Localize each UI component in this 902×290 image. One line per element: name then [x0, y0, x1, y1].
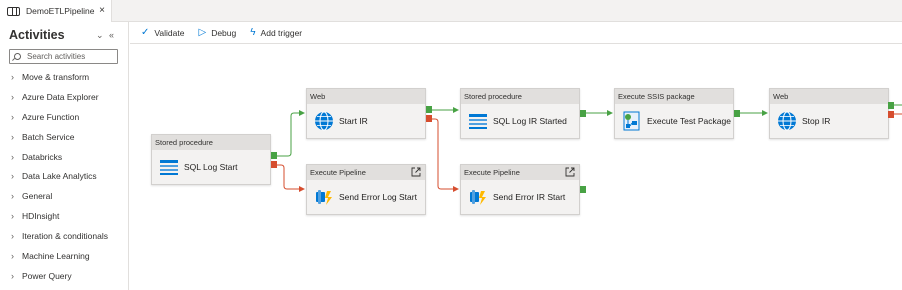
- category-label: HDInsight: [22, 211, 60, 222]
- validate-label: Validate: [154, 27, 185, 38]
- activity-stop-ir[interactable]: Web Stop IR: [769, 88, 889, 139]
- category-item[interactable]: › Machine Learning: [0, 246, 128, 266]
- failure-port[interactable]: [888, 111, 894, 118]
- activity-send-error-ir-start[interactable]: Execute Pipeline Send Error IR Start: [460, 164, 580, 215]
- failure-port[interactable]: [426, 115, 432, 122]
- collapse-all-icon[interactable]: ⌄: [96, 30, 104, 41]
- activity-execute-test-package[interactable]: Execute SSIS package Execute Test Packag…: [614, 88, 734, 139]
- tab-pipeline[interactable]: DemoETLPipeline ×: [0, 0, 112, 22]
- category-item[interactable]: › Azure Function: [0, 107, 128, 127]
- close-icon[interactable]: ×: [99, 5, 105, 16]
- add-trigger-button[interactable]: ϟ Add trigger: [250, 27, 302, 38]
- activity-type: Execute Pipeline: [307, 165, 425, 180]
- success-port[interactable]: [426, 106, 432, 113]
- chevron-right-icon: ›: [11, 191, 14, 202]
- chevron-right-icon: ›: [11, 211, 14, 222]
- category-label: Machine Learning: [22, 250, 90, 261]
- category-item[interactable]: › Azure Data Explorer: [0, 87, 128, 107]
- activity-type: Execute Pipeline: [461, 165, 579, 180]
- category-item[interactable]: › Data Lake Analytics: [0, 166, 128, 186]
- activities-sidebar: Activities ⌄ « › Move & transform › Azure …: [0, 22, 129, 290]
- category-list: › Move & transform › Azure Data Explorer ›…: [0, 67, 128, 286]
- completion-port[interactable]: [580, 110, 586, 117]
- activity-type: Stored procedure: [152, 135, 270, 150]
- search-input[interactable]: [27, 52, 117, 61]
- execute-pipeline-icon: [316, 190, 332, 205]
- stored-procedure-icon: [160, 160, 178, 175]
- chevron-right-icon: ›: [11, 231, 14, 242]
- activity-name: Execute Test Package: [647, 116, 731, 126]
- activity-name: SQL Log IR Started: [493, 116, 567, 126]
- activity-type: Web: [770, 89, 888, 104]
- search-box[interactable]: [9, 49, 118, 64]
- hide-sidebar-icon[interactable]: «: [109, 30, 114, 40]
- category-item[interactable]: › Batch Service: [0, 127, 128, 147]
- edge-success: [276, 110, 305, 157]
- activity-start-ir[interactable]: Web Start IR: [306, 88, 426, 139]
- completion-port[interactable]: [734, 110, 740, 117]
- edge-failure: [276, 164, 305, 192]
- category-label: Azure Data Explorer: [22, 91, 99, 102]
- chevron-right-icon: ›: [11, 250, 14, 261]
- category-item[interactable]: › Power Query: [0, 266, 128, 286]
- success-port[interactable]: [888, 102, 894, 109]
- chevron-right-icon: ›: [11, 270, 14, 281]
- category-item[interactable]: › Databricks: [0, 147, 128, 167]
- activity-type: Stored procedure: [461, 89, 579, 104]
- failure-port[interactable]: [271, 161, 277, 168]
- category-item[interactable]: › HDInsight: [0, 206, 128, 226]
- activity-name: Start IR: [339, 116, 368, 126]
- debug-label: Debug: [211, 27, 237, 38]
- tab-title: DemoETLPipeline: [26, 6, 95, 16]
- category-label: Move & transform: [22, 71, 90, 82]
- category-label: Azure Function: [22, 111, 80, 122]
- category-label: Power Query: [22, 270, 72, 281]
- edge-failure: [431, 118, 459, 192]
- add-trigger-label: Add trigger: [260, 27, 303, 38]
- activity-type: Web: [307, 89, 425, 104]
- stored-procedure-icon: [469, 114, 487, 129]
- play-icon: ▷: [198, 27, 207, 38]
- activity-type: Execute SSIS package: [615, 89, 733, 104]
- execute-pipeline-icon: [470, 190, 486, 205]
- activity-sql-log-ir-started[interactable]: Stored procedure SQL Log IR Started: [460, 88, 580, 139]
- activity-name: Send Error Log Start: [339, 192, 417, 202]
- chevron-right-icon: ›: [11, 71, 14, 82]
- category-label: Batch Service: [22, 131, 75, 142]
- search-icon: [14, 53, 21, 60]
- activity-send-error-log-start[interactable]: Execute Pipeline Send Error Log Start: [306, 164, 426, 215]
- category-item[interactable]: › Iteration & conditionals: [0, 226, 128, 246]
- category-item[interactable]: › Move & transform: [0, 67, 128, 87]
- chevron-right-icon: ›: [11, 151, 14, 162]
- category-label: General: [22, 191, 53, 202]
- category-item[interactable]: › General: [0, 186, 128, 206]
- category-label: Iteration & conditionals: [22, 231, 108, 242]
- activity-name: SQL Log Start: [184, 162, 238, 172]
- checkmark-icon: ✓: [141, 27, 150, 38]
- sidebar-title: Activities: [9, 28, 65, 42]
- pipeline-canvas[interactable]: Stored procedure SQL Log Start Web Start…: [130, 44, 902, 290]
- globe-icon: [315, 111, 333, 131]
- ssis-package-icon: [623, 111, 640, 131]
- open-external-icon[interactable]: [411, 167, 421, 177]
- tab-bar: DemoETLPipeline ×: [0, 0, 902, 22]
- success-port[interactable]: [271, 152, 277, 159]
- completion-port[interactable]: [580, 186, 586, 193]
- activity-name: Send Error IR Start: [493, 192, 566, 202]
- category-label: Data Lake Analytics: [22, 171, 97, 182]
- category-label: Databricks: [22, 151, 63, 162]
- debug-button[interactable]: ▷ Debug: [198, 27, 236, 38]
- chevron-right-icon: ›: [11, 171, 14, 182]
- open-external-icon[interactable]: [565, 167, 575, 177]
- activity-sql-log-start[interactable]: Stored procedure SQL Log Start: [151, 134, 271, 185]
- globe-icon: [778, 111, 796, 131]
- chevron-right-icon: ›: [11, 91, 14, 102]
- chevron-right-icon: ›: [11, 131, 14, 142]
- pipeline-icon: [7, 6, 20, 16]
- chevron-right-icon: ›: [11, 111, 14, 122]
- canvas-toolbar: ✓ Validate ▷ Debug ϟ Add trigger: [130, 22, 902, 44]
- validate-button[interactable]: ✓ Validate: [141, 27, 184, 38]
- lightning-icon: ϟ: [250, 27, 256, 38]
- activity-name: Stop IR: [802, 116, 831, 126]
